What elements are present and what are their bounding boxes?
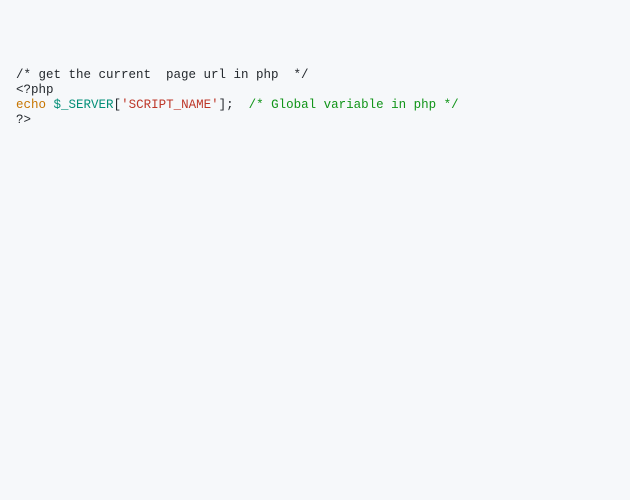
- code-line-1: /* get the current page url in php */: [16, 68, 614, 83]
- code-line-2: <?php: [16, 83, 614, 98]
- string-literal: 'SCRIPT_NAME': [121, 98, 219, 112]
- echo-keyword: echo: [16, 98, 46, 112]
- inline-comment: /* Global variable in php */: [249, 98, 459, 112]
- php-close-tag: ?>: [16, 113, 31, 127]
- comment-block: /* get the current page url in php */: [16, 68, 309, 82]
- space: [46, 98, 54, 112]
- code-line-4: ?>: [16, 113, 614, 128]
- code-line-3: echo $_SERVER['SCRIPT_NAME']; /* Global …: [16, 98, 614, 113]
- close-bracket-semi: ];: [219, 98, 234, 112]
- open-bracket: [: [114, 98, 122, 112]
- space: [234, 98, 249, 112]
- php-open-tag: <?php: [16, 83, 54, 97]
- server-variable: $_SERVER: [54, 98, 114, 112]
